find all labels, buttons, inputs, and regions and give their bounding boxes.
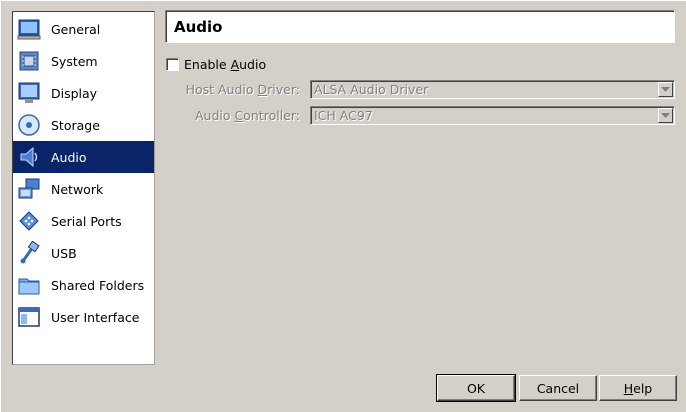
- enable-audio-checkbox[interactable]: Enable Audio: [166, 56, 266, 72]
- storage-icon: [17, 113, 41, 137]
- host-driver-label-pre: Host Audio: [185, 82, 258, 97]
- audio-icon: [17, 145, 41, 169]
- enable-audio-checkbox-box[interactable]: [166, 57, 179, 71]
- help-button-key: H: [623, 380, 634, 396]
- audio-controller-value: ICH AC97: [314, 108, 373, 123]
- usb-icon: [17, 241, 41, 265]
- sidebar-item-label: User Interface: [51, 309, 140, 325]
- host-driver-label-post: river:: [267, 82, 300, 97]
- controller-label-pre: Audio: [194, 108, 235, 123]
- enable-audio-label-post: udio: [239, 56, 267, 72]
- general-icon: [17, 17, 41, 41]
- display-icon: [17, 81, 41, 105]
- audio-controller-select[interactable]: ICH AC97: [310, 106, 675, 125]
- enable-audio-label: Enable Audio: [184, 57, 266, 72]
- host-driver-label-key: D: [257, 82, 268, 97]
- sidebar-item-label: System: [51, 53, 98, 69]
- sidebar-item-audio[interactable]: Audio: [13, 141, 154, 173]
- sidebar-item-label: Network: [51, 181, 104, 197]
- sidebar-item-label: Shared Folders: [51, 277, 145, 293]
- enable-audio-label-pre: Enable: [184, 56, 231, 72]
- serial-ports-icon: [17, 209, 41, 233]
- page-title: Audio: [165, 10, 675, 43]
- user-interface-icon: [17, 305, 41, 329]
- sidebar-item-display[interactable]: Display: [13, 77, 154, 109]
- sidebar-item-label: General: [51, 21, 101, 37]
- shared-folders-icon: [17, 273, 41, 297]
- sidebar-item-shared-folders[interactable]: Shared Folders: [13, 269, 154, 301]
- sidebar-item-serial-ports[interactable]: Serial Ports: [13, 205, 154, 237]
- sidebar-item-usb[interactable]: USB: [13, 237, 154, 269]
- host-audio-driver-select[interactable]: ALSA Audio Driver: [310, 80, 675, 99]
- sidebar-item-label: USB: [51, 245, 77, 261]
- host-audio-driver-value: ALSA Audio Driver: [314, 82, 429, 97]
- chevron-down-icon[interactable]: [658, 82, 673, 97]
- network-icon: [17, 177, 41, 201]
- help-button-rest: elp: [633, 380, 653, 396]
- sidebar-item-storage[interactable]: Storage: [13, 109, 154, 141]
- settings-sidebar: General System Display Storage Audio Net…: [12, 11, 155, 365]
- sidebar-item-user-interface[interactable]: User Interface: [13, 301, 154, 333]
- sidebar-item-label: Serial Ports: [51, 213, 122, 229]
- sidebar-item-label: Display: [51, 85, 98, 101]
- sidebar-item-label: Audio: [51, 149, 87, 165]
- host-audio-driver-label: Host Audio Driver:: [186, 82, 300, 97]
- controller-label-key: C: [234, 108, 244, 123]
- sidebar-item-label: Storage: [51, 117, 100, 133]
- ok-button[interactable]: OK: [436, 374, 516, 402]
- audio-controller-label: Audio Controller:: [195, 108, 300, 123]
- sidebar-item-network[interactable]: Network: [13, 173, 154, 205]
- settings-dialog: General System Display Storage Audio Net…: [0, 0, 686, 412]
- sidebar-item-system[interactable]: System: [13, 45, 154, 77]
- cancel-button[interactable]: Cancel: [519, 375, 597, 401]
- controller-label-post: ontroller:: [243, 108, 300, 123]
- sidebar-item-general[interactable]: General: [13, 13, 154, 45]
- help-button[interactable]: Help: [599, 375, 677, 401]
- chevron-down-icon[interactable]: [658, 108, 673, 123]
- system-icon: [17, 49, 41, 73]
- enable-audio-label-key: A: [230, 56, 240, 72]
